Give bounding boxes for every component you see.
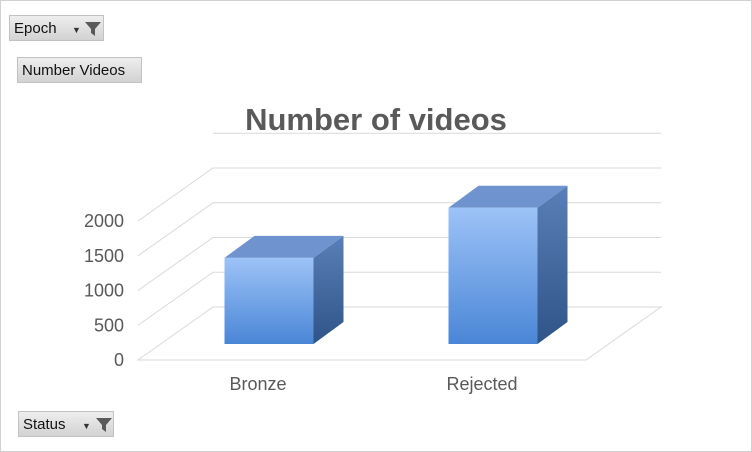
chart-title: Number of videos bbox=[245, 102, 507, 137]
y-tick-label: 0 bbox=[114, 350, 124, 370]
y-tick-label: 2000 bbox=[84, 211, 124, 231]
x-tick-label: Rejected bbox=[446, 374, 517, 394]
bar-front-face bbox=[448, 207, 538, 344]
gridline bbox=[137, 237, 661, 291]
gridlines bbox=[136, 132, 663, 361]
y-tick-label: 1000 bbox=[84, 281, 124, 301]
floor-plane bbox=[136, 306, 663, 361]
x-tick-label: Bronze bbox=[229, 374, 286, 394]
bars bbox=[224, 185, 568, 344]
gridline bbox=[137, 202, 661, 257]
y-tick-label: 500 bbox=[94, 315, 124, 335]
gridline bbox=[137, 167, 661, 222]
bar-front-face bbox=[224, 257, 314, 344]
chart-area: Number of videos 0 500 1000 1500 2000 Bronze… bbox=[84, 102, 663, 394]
x-axis-ticks: Bronze Rejected bbox=[229, 374, 517, 394]
y-axis-ticks: 0 500 1000 1500 2000 bbox=[84, 211, 124, 370]
bar-rejected[interactable] bbox=[448, 185, 568, 344]
bar-side-face bbox=[537, 185, 568, 344]
y-tick-label: 1500 bbox=[84, 246, 124, 266]
gridline bbox=[137, 271, 661, 326]
bar-bronze[interactable] bbox=[224, 235, 344, 344]
